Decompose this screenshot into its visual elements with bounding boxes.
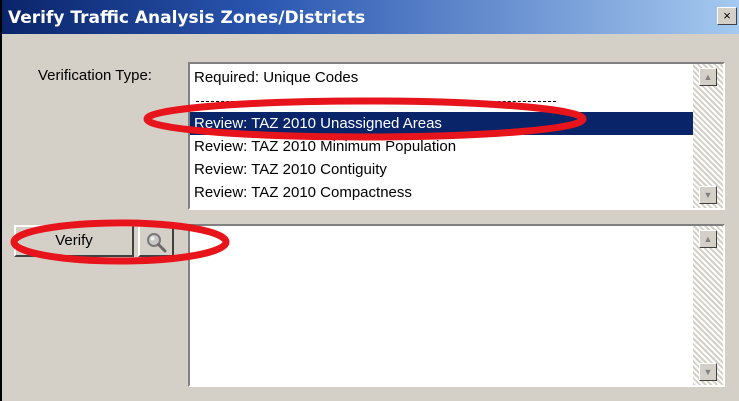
results-scroll-down-button[interactable]: ▼ [699, 363, 717, 381]
verification-type-items: Required: Unique Codes Review: TAZ 2010 … [190, 66, 696, 204]
verification-list-scrollbar[interactable]: ▲ ▼ [693, 64, 723, 208]
results-scrollbar[interactable]: ▲ ▼ [693, 226, 723, 385]
verify-button[interactable]: Verify [14, 225, 134, 257]
list-item-contiguity[interactable]: Review: TAZ 2010 Contiguity [190, 158, 696, 181]
close-icon: × [723, 8, 731, 23]
scroll-down-button[interactable]: ▼ [699, 186, 717, 204]
title-bar: Verify Traffic Analysis Zones/Districts … [2, 0, 739, 34]
list-item-unassigned-areas[interactable]: Review: TAZ 2010 Unassigned Areas [190, 112, 696, 135]
verification-type-list[interactable]: Required: Unique Codes Review: TAZ 2010 … [188, 62, 725, 210]
verify-taz-dialog: Verify Traffic Analysis Zones/Districts … [0, 0, 739, 401]
results-scroll-up-button[interactable]: ▲ [699, 230, 717, 248]
window-title: Verify Traffic Analysis Zones/Districts [8, 8, 366, 28]
scroll-up-button[interactable]: ▲ [699, 68, 717, 86]
verification-type-label: Verification Type: [38, 67, 152, 84]
list-item-unique-codes[interactable]: Required: Unique Codes [190, 66, 696, 89]
results-scroll-up-icon: ▲ [703, 234, 713, 244]
scroll-down-icon: ▼ [703, 190, 713, 200]
magnifier-icon [147, 233, 167, 253]
scroll-up-icon: ▲ [703, 72, 713, 82]
close-button[interactable]: × [717, 7, 737, 25]
verification-results-box[interactable]: ▲ ▼ [188, 224, 725, 387]
list-separator [190, 89, 696, 112]
list-item-minimum-population[interactable]: Review: TAZ 2010 Minimum Population [190, 135, 696, 158]
results-scroll-down-icon: ▼ [703, 367, 713, 377]
zoom-to-button[interactable] [138, 225, 174, 257]
list-item-compactness[interactable]: Review: TAZ 2010 Compactness [190, 181, 696, 204]
